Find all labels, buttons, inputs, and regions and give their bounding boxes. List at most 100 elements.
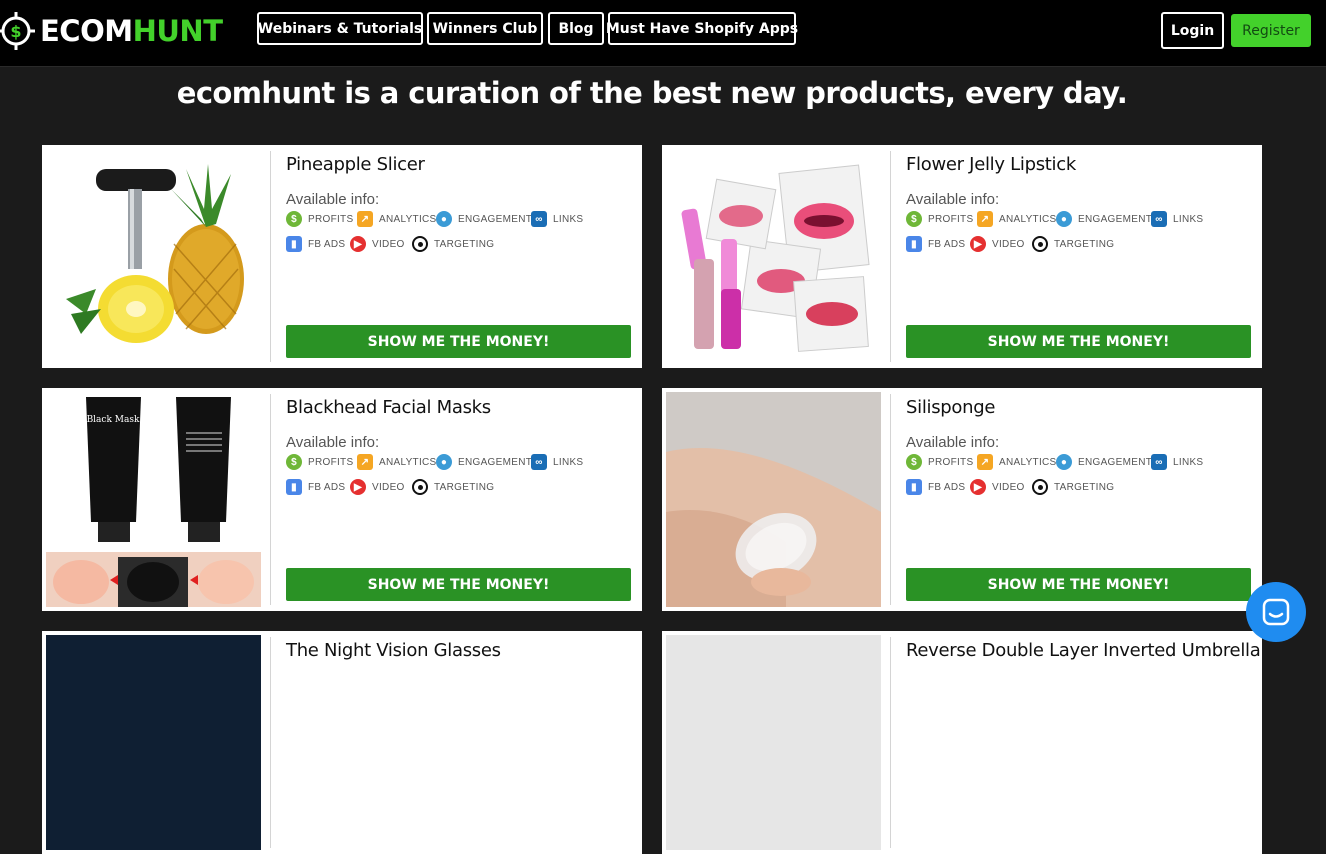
feature-targeting: TARGETING xyxy=(1032,479,1114,495)
feature-video: ▶ VIDEO xyxy=(350,236,405,252)
user-icon: ● xyxy=(436,454,452,470)
product-title[interactable]: Blackhead Facial Masks xyxy=(286,397,491,418)
product-image-night-vision-glasses[interactable] xyxy=(46,635,261,850)
feature-profits: $ PROFITS xyxy=(286,454,353,470)
product-image-flower-jelly-lipstick[interactable] xyxy=(666,149,881,364)
link-icon: ∞ xyxy=(531,454,547,470)
feature-targeting: TARGETING xyxy=(412,479,494,495)
crosshair-dollar-icon: $ xyxy=(0,12,35,50)
product-title[interactable]: Flower Jelly Lipstick xyxy=(906,154,1076,175)
feature-links: ∞ LINKS xyxy=(1151,211,1203,227)
available-info-label: Available info: xyxy=(906,434,1000,451)
analytics-icon: ↗ xyxy=(977,454,993,470)
show-me-the-money-button[interactable]: SHOW ME THE MONEY! xyxy=(906,568,1251,601)
feature-fb-ads: ▮ FB ADS xyxy=(286,236,345,252)
feature-profits: $ PROFITS xyxy=(906,211,973,227)
feature-links: ∞ LINKS xyxy=(531,211,583,227)
analytics-icon: ↗ xyxy=(357,211,373,227)
feature-profits: $ PROFITS xyxy=(906,454,973,470)
register-button[interactable]: Register xyxy=(1231,14,1311,47)
feature-engagement: ● ENGAGEMENT xyxy=(1056,211,1152,227)
product-image-silisponge[interactable] xyxy=(666,392,881,607)
card-divider xyxy=(890,394,891,605)
link-icon: ∞ xyxy=(531,211,547,227)
product-image-pineapple-slicer[interactable] xyxy=(46,149,261,364)
user-icon: ● xyxy=(436,211,452,227)
product-card[interactable]: Black Mask Blackhead Facial Masks Availa… xyxy=(42,388,642,611)
feature-fb-ads: ▮ FB ADS xyxy=(906,479,965,495)
product-card[interactable]: Silisponge Available info: $ PROFITS ↗ ANA… xyxy=(662,388,1262,611)
available-info-label: Available info: xyxy=(286,191,380,208)
card-divider xyxy=(890,637,891,848)
product-image-blackhead-facial-masks[interactable]: Black Mask xyxy=(46,392,261,607)
show-me-the-money-button[interactable]: SHOW ME THE MONEY! xyxy=(286,325,631,358)
nav-blog[interactable]: Blog xyxy=(548,12,604,45)
available-info-label: Available info: xyxy=(906,191,1000,208)
feature-analytics: ↗ ANALYTICS xyxy=(357,211,437,227)
feature-fb-ads: ▮ FB ADS xyxy=(906,236,965,252)
play-icon: ▶ xyxy=(970,479,986,495)
feature-links: ∞ LINKS xyxy=(531,454,583,470)
feature-analytics: ↗ ANALYTICS xyxy=(977,454,1057,470)
target-icon xyxy=(412,479,428,495)
nav-shopify-apps[interactable]: Must Have Shopify Apps xyxy=(606,12,798,45)
svg-text:$: $ xyxy=(10,22,21,41)
link-icon: ∞ xyxy=(1151,211,1167,227)
chat-launcher-button[interactable] xyxy=(1246,582,1306,642)
dollar-icon: $ xyxy=(906,454,922,470)
feature-analytics: ↗ ANALYTICS xyxy=(357,454,437,470)
play-icon: ▶ xyxy=(350,236,366,252)
dollar-icon: $ xyxy=(906,211,922,227)
product-card[interactable]: Reverse Double Layer Inverted Umbrella xyxy=(662,631,1262,854)
analytics-icon: ↗ xyxy=(357,454,373,470)
play-icon: ▶ xyxy=(350,479,366,495)
feature-engagement: ● ENGAGEMENT xyxy=(436,211,532,227)
login-button[interactable]: Login xyxy=(1161,12,1224,49)
nav-winners-club[interactable]: Winners Club xyxy=(427,12,543,45)
target-icon xyxy=(1032,236,1048,252)
analytics-icon: ↗ xyxy=(977,211,993,227)
product-card[interactable]: Pineapple Slicer Available info: $ PROFIT… xyxy=(42,145,642,368)
card-divider xyxy=(890,151,891,362)
card-divider xyxy=(270,151,271,362)
card-divider xyxy=(270,394,271,605)
target-icon xyxy=(1032,479,1048,495)
feature-video: ▶ VIDEO xyxy=(350,479,405,495)
user-icon: ● xyxy=(1056,454,1072,470)
show-me-the-money-button[interactable]: SHOW ME THE MONEY! xyxy=(286,568,631,601)
target-icon xyxy=(412,236,428,252)
feature-video: ▶ VIDEO xyxy=(970,236,1025,252)
feature-engagement: ● ENGAGEMENT xyxy=(1056,454,1152,470)
play-icon: ▶ xyxy=(970,236,986,252)
chat-icon xyxy=(1262,598,1290,626)
ecomhunt-logo[interactable]: $ ECOMHUNT xyxy=(0,8,223,54)
show-me-the-money-button[interactable]: SHOW ME THE MONEY! xyxy=(906,325,1251,358)
product-title[interactable]: Silisponge xyxy=(906,397,995,418)
feature-targeting: TARGETING xyxy=(1032,236,1114,252)
dollar-icon: $ xyxy=(286,211,302,227)
feature-fb-ads: ▮ FB ADS xyxy=(286,479,345,495)
nav-webinars-tutorials[interactable]: Webinars & Tutorials xyxy=(257,12,423,45)
user-icon: ● xyxy=(1056,211,1072,227)
product-title[interactable]: The Night Vision Glasses xyxy=(286,640,501,661)
product-title[interactable]: Reverse Double Layer Inverted Umbrella xyxy=(906,640,1261,661)
available-info-label: Available info: xyxy=(286,434,380,451)
bar-chart-icon: ▮ xyxy=(906,479,922,495)
link-icon: ∞ xyxy=(1151,454,1167,470)
bar-chart-icon: ▮ xyxy=(286,479,302,495)
logo-wordmark: ECOMHUNT xyxy=(40,14,223,48)
feature-links: ∞ LINKS xyxy=(1151,454,1203,470)
feature-profits: $ PROFITS xyxy=(286,211,353,227)
feature-video: ▶ VIDEO xyxy=(970,479,1025,495)
product-image-inverted-umbrella[interactable] xyxy=(666,635,881,850)
feature-analytics: ↗ ANALYTICS xyxy=(977,211,1057,227)
bar-chart-icon: ▮ xyxy=(286,236,302,252)
product-card[interactable]: Flower Jelly Lipstick Available info: $ P… xyxy=(662,145,1262,368)
product-card[interactable]: The Night Vision Glasses xyxy=(42,631,642,854)
top-navigation-bar: $ ECOMHUNT Webinars & Tutorials Winners … xyxy=(0,0,1326,67)
product-title[interactable]: Pineapple Slicer xyxy=(286,154,425,175)
feature-engagement: ● ENGAGEMENT xyxy=(436,454,532,470)
bar-chart-icon: ▮ xyxy=(906,236,922,252)
feature-targeting: TARGETING xyxy=(412,236,494,252)
card-divider xyxy=(270,637,271,848)
